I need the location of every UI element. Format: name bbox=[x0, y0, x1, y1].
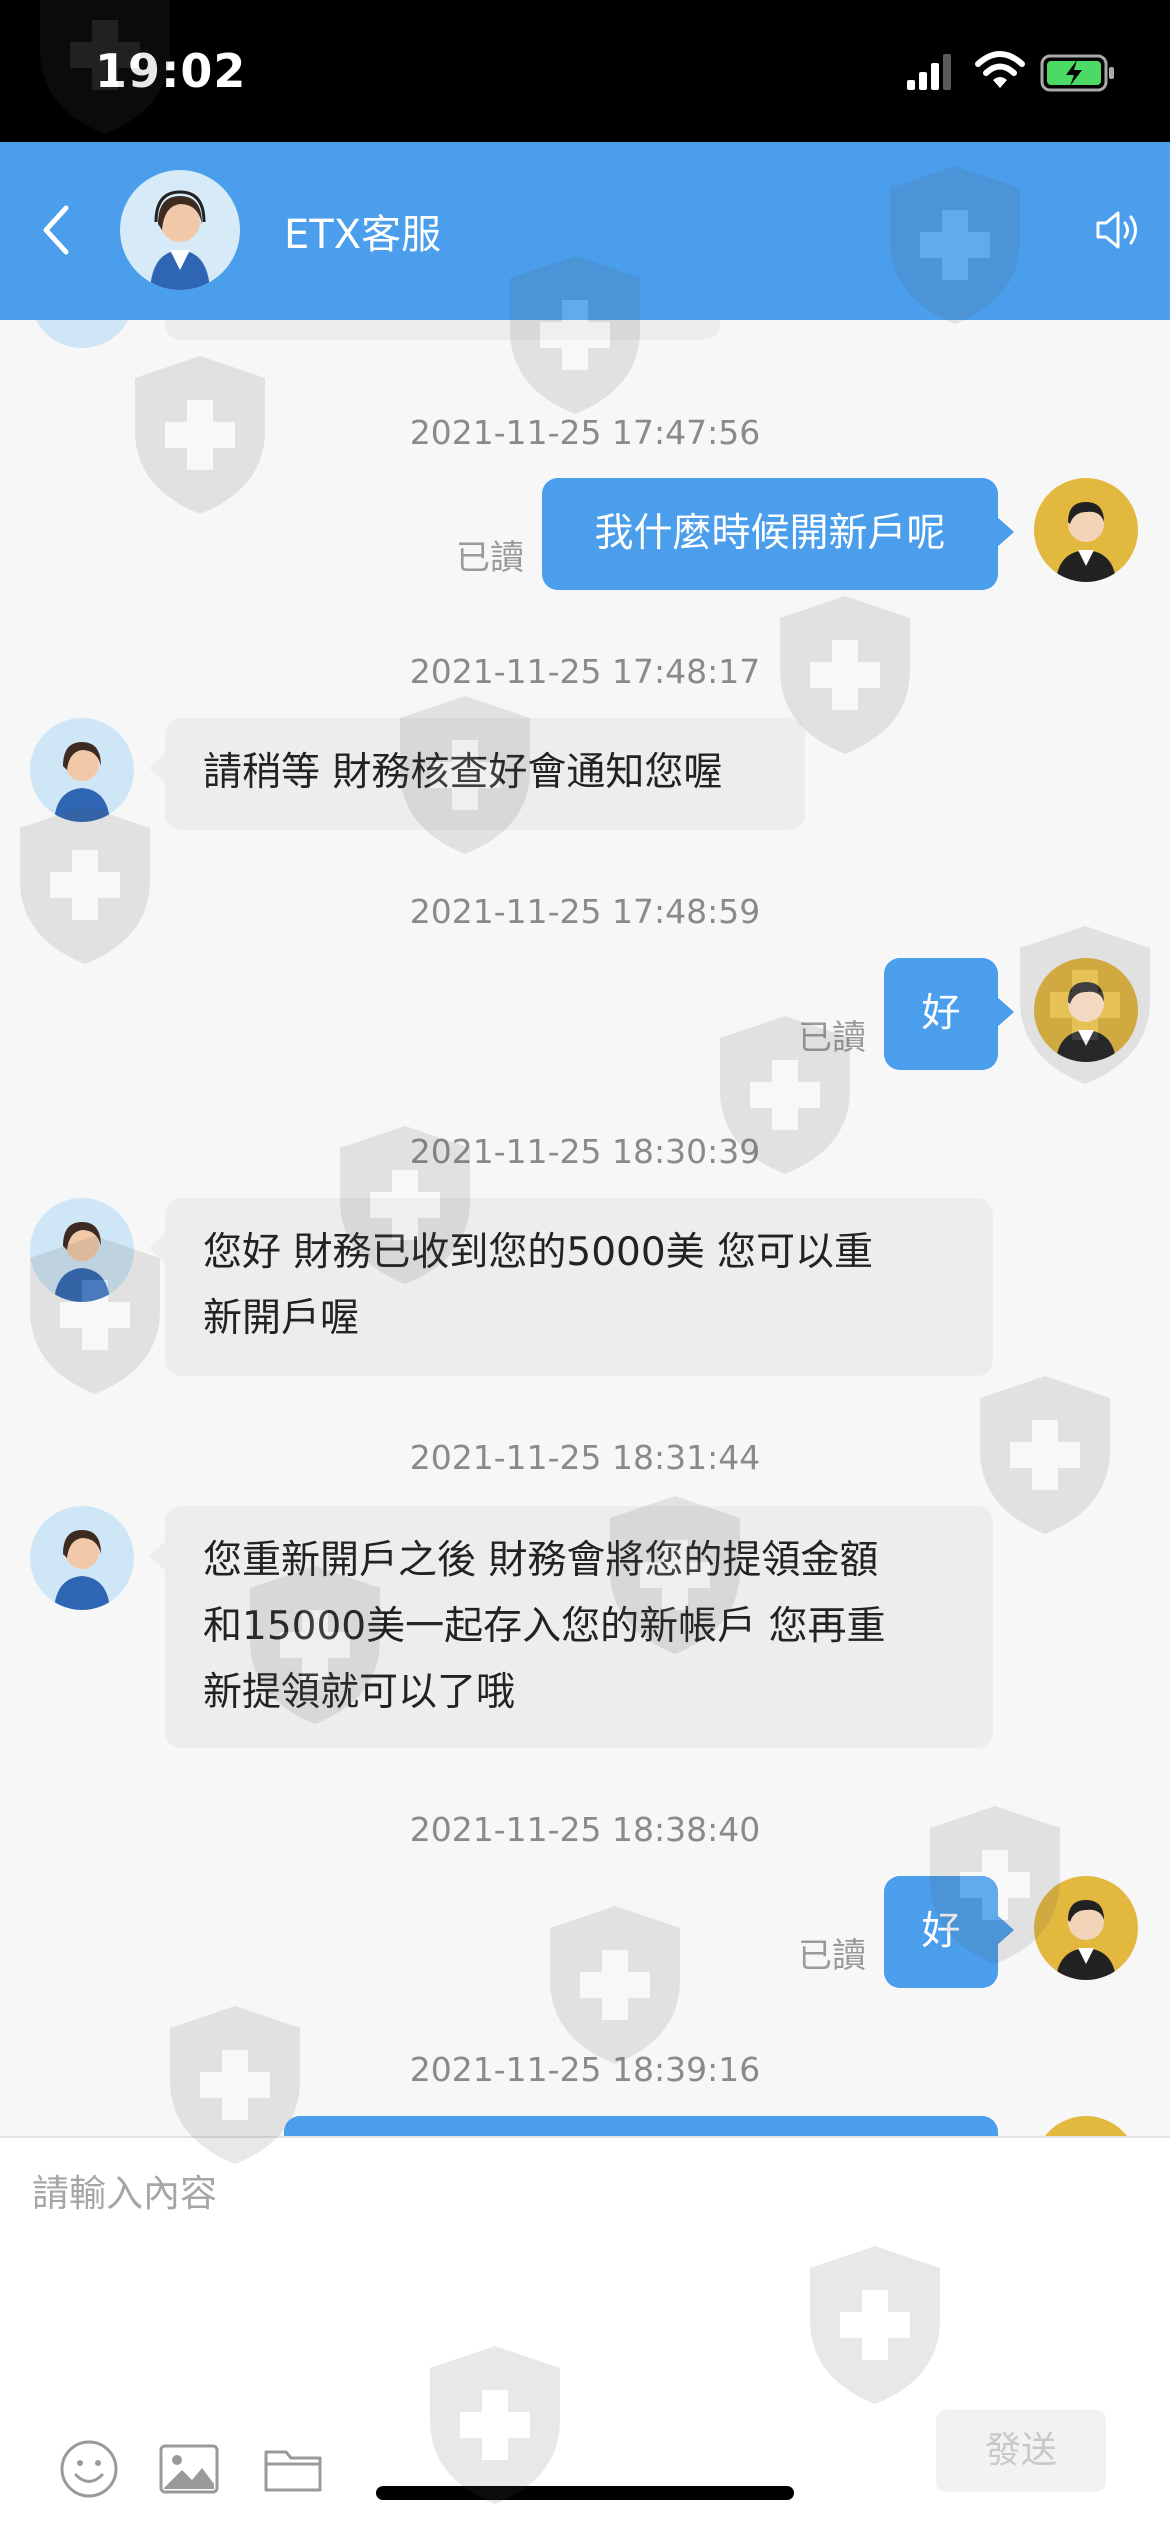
message-bubble-incoming[interactable]: 請稍等 財務核查好會通知您喔 bbox=[149, 718, 805, 830]
message-text-line: 和15000美一起存入您的新帳戶 您再重 bbox=[203, 1604, 886, 1649]
message-text-line: 新開戶喔 bbox=[203, 1296, 360, 1341]
home-indicator[interactable] bbox=[376, 2486, 794, 2500]
message-text-line: 新提領就可以了哦 bbox=[203, 1670, 516, 1715]
status-bar: 19:02 bbox=[0, 0, 1170, 142]
message-bubble-partial bbox=[165, 320, 720, 340]
read-status: 已讀 bbox=[456, 538, 524, 578]
user-avatar bbox=[1034, 478, 1138, 582]
agent-avatar bbox=[30, 718, 134, 822]
message-timestamp: 2021-11-25 18:30:39 bbox=[409, 1132, 761, 1171]
message-bubble-outgoing[interactable]: 我什麼時候開新戶呢 bbox=[542, 478, 1014, 590]
message-text: 好 bbox=[921, 991, 961, 1036]
agent-avatar-icon bbox=[150, 190, 210, 290]
message-timestamp: 2021-11-25 17:48:17 bbox=[409, 652, 761, 691]
chat-header: ETX客服 bbox=[0, 142, 1170, 320]
message-text: 好 bbox=[921, 1909, 961, 1954]
agent-avatar bbox=[30, 1506, 134, 1610]
folder-icon[interactable] bbox=[262, 2438, 324, 2500]
message-bubble-incoming[interactable]: 您重新開戶之後 財務會將您的提領金額 和15000美一起存入您的新帳戶 您再重 … bbox=[149, 1506, 993, 1748]
message-timestamp: 2021-11-25 17:48:59 bbox=[409, 892, 761, 931]
message-input[interactable] bbox=[30, 2162, 1134, 2224]
chat-title: ETX客服 bbox=[284, 212, 442, 258]
message-bubble-incoming[interactable]: 您好 財務已收到您的5000美 您可以重 新開戶喔 bbox=[149, 1198, 993, 1376]
message-text: 請稍等 財務核查好會通知您喔 bbox=[203, 750, 723, 795]
message-timestamp: 2021-11-25 18:39:16 bbox=[409, 2050, 761, 2089]
chat-messages[interactable]: 2021-11-25 17:47:56 已讀 我什麼時候開新戶呢 2021-11… bbox=[0, 320, 1170, 2136]
wifi-icon bbox=[975, 51, 1025, 88]
message-timestamp: 2021-11-25 18:38:40 bbox=[409, 1810, 761, 1849]
message-text: 我什麼時候開新戶呢 bbox=[594, 511, 946, 556]
status-time: 19:02 bbox=[95, 44, 247, 98]
message-text-line: 您重新開戶之後 財務會將您的提領金額 bbox=[203, 1538, 879, 1583]
message-timestamp: 2021-11-25 18:31:44 bbox=[409, 1438, 761, 1477]
agent-avatar bbox=[30, 1198, 134, 1302]
user-avatar bbox=[1034, 958, 1138, 1062]
user-avatar bbox=[1034, 1876, 1138, 1980]
message-bubble-outgoing[interactable]: 好 bbox=[884, 1876, 1014, 1988]
speaker-icon[interactable] bbox=[1094, 206, 1142, 254]
image-icon[interactable] bbox=[158, 2438, 220, 2500]
agent-avatar bbox=[30, 320, 134, 348]
agent-avatar bbox=[120, 170, 240, 290]
message-timestamp: 2021-11-25 17:47:56 bbox=[409, 413, 761, 452]
message-bubble-outgoing-partial[interactable] bbox=[284, 2116, 998, 2136]
back-icon[interactable] bbox=[36, 202, 76, 258]
message-bubble-outgoing[interactable]: 好 bbox=[884, 958, 1014, 1070]
read-status: 已讀 bbox=[798, 1936, 866, 1976]
emoji-icon[interactable] bbox=[58, 2438, 120, 2500]
user-avatar bbox=[1034, 2116, 1138, 2136]
signal-icon bbox=[907, 54, 951, 90]
message-composer: 發送 bbox=[0, 2136, 1170, 2534]
message-text-line: 您好 財務已收到您的5000美 您可以重 bbox=[203, 1230, 874, 1275]
send-button[interactable]: 發送 bbox=[936, 2410, 1106, 2492]
battery-icon bbox=[1040, 54, 1114, 92]
read-status: 已讀 bbox=[798, 1018, 866, 1058]
